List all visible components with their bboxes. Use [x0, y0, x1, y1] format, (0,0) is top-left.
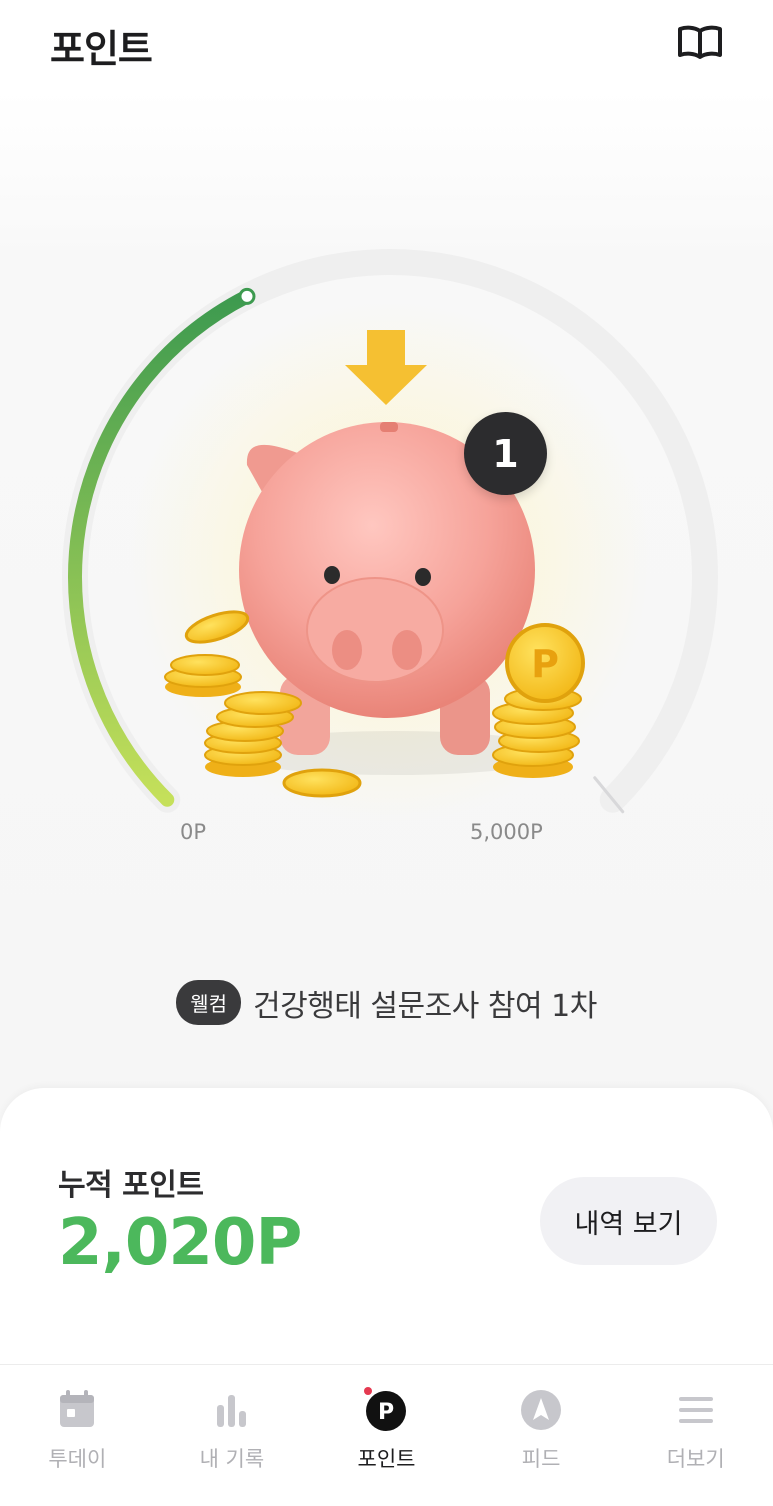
- piggy-bank-illustration: P: [164, 330, 585, 798]
- tab-label: 내 기록: [199, 1447, 265, 1471]
- point-p-icon: P: [364, 1387, 407, 1431]
- mission-text: 건강행태 설문조사 참여 1차: [253, 988, 597, 1024]
- stamp-count-badge: 1: [464, 412, 547, 495]
- gauge-min-label: 0P: [180, 820, 207, 844]
- bar-chart-icon: [216, 1395, 246, 1427]
- current-mission: 웰컴 건강행태 설문조사 참여 1차: [0, 980, 773, 1025]
- accumulated-points-card: 누적 포인트 2,020P 내역 보기: [0, 1088, 773, 1378]
- tab-my-records[interactable]: 내 기록: [155, 1365, 310, 1506]
- down-arrow-icon: [345, 330, 427, 405]
- new-badge-dot: [364, 1387, 373, 1395]
- svg-text:P: P: [378, 1400, 394, 1425]
- compass-icon: [521, 1390, 562, 1430]
- accumulated-points-value: 2,020P: [58, 1206, 302, 1280]
- menu-icon: [678, 1397, 713, 1423]
- gauge-progress-knob: [238, 287, 256, 305]
- tab-label: 더보기: [666, 1447, 725, 1471]
- guide-button[interactable]: [672, 20, 728, 64]
- accumulated-points-label: 누적 포인트: [58, 1168, 204, 1203]
- calendar-icon: [60, 1390, 95, 1427]
- tab-label: 피드: [521, 1447, 561, 1471]
- tab-label: 투데이: [48, 1447, 107, 1471]
- coin-p-mark: P: [531, 642, 559, 686]
- tab-today[interactable]: 투데이: [0, 1365, 155, 1506]
- open-book-icon: [678, 25, 722, 59]
- tab-label: 포인트: [357, 1447, 416, 1471]
- page-title: 포인트: [50, 27, 153, 71]
- bottom-tab-bar: 투데이 내 기록 P 포인트 피드 더보기: [0, 1364, 773, 1506]
- tab-feed[interactable]: 피드: [464, 1365, 619, 1506]
- view-history-button[interactable]: 내역 보기: [540, 1177, 717, 1265]
- gauge-max-label: 5,000P: [470, 820, 543, 844]
- tab-points[interactable]: P 포인트: [309, 1365, 464, 1506]
- tab-more[interactable]: 더보기: [618, 1365, 773, 1506]
- header: 포인트: [0, 0, 773, 90]
- mission-tag: 웰컴: [176, 980, 241, 1025]
